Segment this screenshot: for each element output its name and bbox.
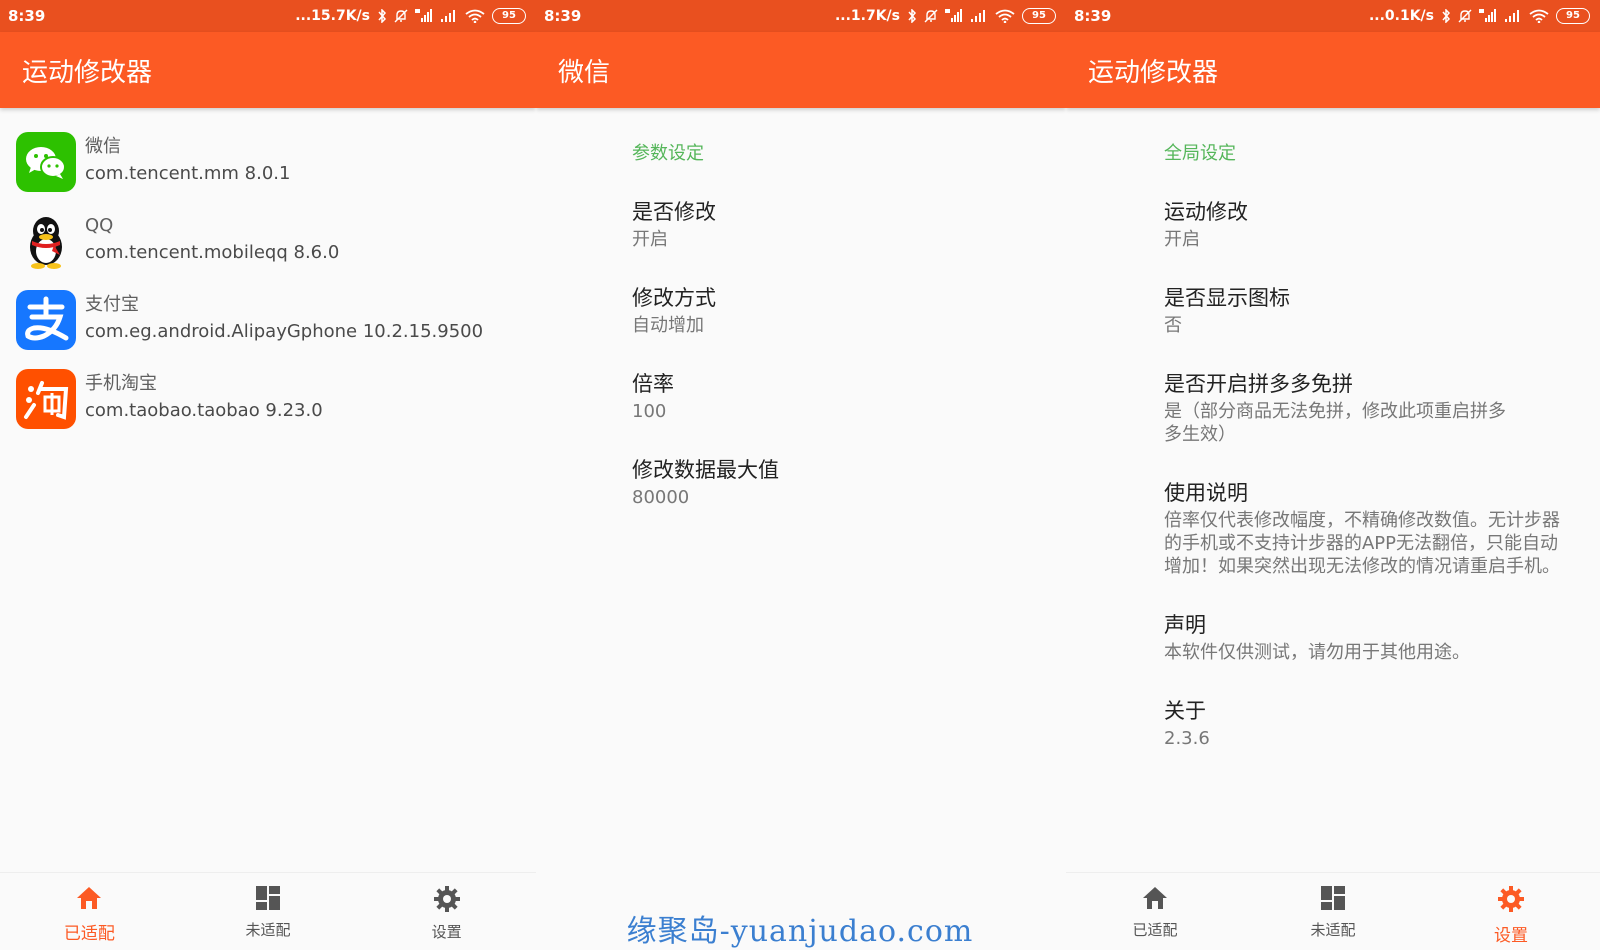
signal-icon	[970, 9, 988, 23]
preference-list: 参数设定 是否修改 开启 修改方式 自动增加 倍率 100 修改数据最大值 80…	[536, 108, 1066, 509]
mute-bell-icon	[924, 9, 938, 23]
network-speed: ...1.7K/s	[834, 8, 900, 24]
app-bar: 运动修改器	[0, 32, 536, 108]
wifi-icon	[1529, 9, 1549, 23]
pref-summary: 100	[632, 401, 667, 422]
pref-summary: 开启	[632, 229, 668, 250]
pref-title: 倍率	[632, 372, 674, 396]
pref-title: 修改方式	[632, 286, 716, 310]
app-bar: 运动修改器	[1066, 32, 1600, 108]
watermark: 缘聚岛-yuanjudao.com	[626, 914, 974, 949]
list-item-alipay[interactable]: 支付宝 com.eg.android.AlipayGphone 10.2.15.…	[0, 280, 536, 359]
category-header: 全局设定	[1164, 143, 1236, 164]
wifi-icon	[995, 9, 1015, 23]
screen-global-settings: 8:39 ...0.1K/s 95 运动修改器 全局设定 运动修改 开启 是否显…	[1066, 0, 1600, 948]
battery-indicator: 95	[492, 8, 526, 24]
screen-adapted-apps: 8:39 ...15.7K/s 95 运动修改器 微信 com.tencent.…	[0, 0, 536, 948]
mute-bell-icon	[394, 9, 408, 23]
pref-show-icon[interactable]: 是否显示图标 否	[1164, 284, 1600, 337]
wifi-icon	[465, 9, 485, 23]
pref-title: 修改数据最大值	[632, 458, 779, 482]
alipay-icon	[16, 289, 76, 350]
status-bar: 8:39 ...15.7K/s 95	[0, 0, 536, 32]
bluetooth-icon	[1441, 9, 1451, 23]
preference-list: 全局设定 运动修改 开启 是否显示图标 否 是否开启拼多多免拼 是（部分商品无法…	[1066, 108, 1600, 750]
battery-indicator: 95	[1022, 8, 1056, 24]
wechat-icon	[16, 131, 76, 192]
category-header: 参数设定	[632, 143, 704, 164]
pref-summary: 本软件仅供测试，请勿用于其他用途。	[1164, 642, 1470, 663]
pref-summary: 80000	[632, 487, 690, 508]
pref-summary: 自动增加	[632, 315, 704, 336]
list-item-taobao[interactable]: 手机淘宝 com.taobao.taobao 9.23.0	[0, 359, 536, 438]
app-bar: 微信	[536, 32, 1066, 108]
pref-pdd-free[interactable]: 是否开启拼多多免拼 是（部分商品无法免拼，修改此项重启拼多多生效）	[1164, 370, 1600, 446]
bluetooth-icon	[377, 9, 387, 23]
mute-bell-icon	[1458, 9, 1472, 23]
app-name: 手机淘宝	[85, 373, 157, 394]
app-package: com.eg.android.AlipayGphone 10.2.15.9500	[85, 321, 484, 342]
app-package: com.tencent.mobileqq 8.6.0	[85, 242, 340, 263]
status-bar: 8:39 ...1.7K/s 95	[536, 0, 1066, 32]
pref-summary: 2.3.6	[1164, 728, 1210, 749]
network-speed: ...15.7K/s	[295, 8, 370, 24]
status-time: 8:39	[8, 7, 46, 25]
pref-modify-mode[interactable]: 修改方式 自动增加	[632, 284, 1066, 337]
app-name: 支付宝	[85, 294, 139, 315]
pref-title: 是否修改	[632, 200, 716, 224]
pref-title: 声明	[1164, 613, 1206, 637]
battery-indicator: 95	[1556, 8, 1590, 24]
app-list: 微信 com.tencent.mm 8.0.1 QQ com.tencent.m…	[0, 108, 536, 438]
pref-title: 关于	[1164, 699, 1206, 723]
pref-title: 运动修改	[1164, 200, 1248, 224]
status-time: 8:39	[544, 7, 582, 25]
pref-summary: 倍率仅代表修改幅度，不精确修改数值。无计步器的手机或不支持计步器的APP无法翻倍…	[1164, 510, 1560, 577]
pref-max-value[interactable]: 修改数据最大值 80000	[632, 456, 1066, 509]
pref-disclaimer[interactable]: 声明 本软件仅供测试，请勿用于其他用途。	[1164, 611, 1600, 664]
list-item-qq[interactable]: QQ com.tencent.mobileqq 8.6.0	[0, 201, 536, 280]
pref-sport-modify[interactable]: 运动修改 开启	[1164, 198, 1600, 251]
app-package: com.tencent.mm 8.0.1	[85, 163, 291, 184]
pref-title: 使用说明	[1164, 481, 1248, 505]
qq-icon	[16, 210, 76, 271]
pref-title: 是否显示图标	[1164, 286, 1290, 310]
bluetooth-icon	[907, 9, 917, 23]
page-title: 运动修改器	[1088, 57, 1219, 88]
app-name: 微信	[85, 136, 121, 157]
status-time: 8:39	[1074, 7, 1112, 25]
screen-wechat-settings: 8:39 ...1.7K/s 95 微信 参数设定 是否修改 开启 修改方式 自…	[536, 0, 1066, 948]
pref-about[interactable]: 关于 2.3.6	[1164, 697, 1600, 750]
signal-icon	[1504, 9, 1522, 23]
status-bar: 8:39 ...0.1K/s 95	[1066, 0, 1600, 32]
pref-title: 是否开启拼多多免拼	[1164, 372, 1353, 396]
page-title: 微信	[558, 57, 611, 88]
taobao-icon	[16, 368, 76, 429]
pref-instructions[interactable]: 使用说明 倍率仅代表修改幅度，不精确修改数值。无计步器的手机或不支持计步器的AP…	[1164, 479, 1600, 578]
app-package: com.taobao.taobao 9.23.0	[85, 400, 323, 421]
pref-summary: 是（部分商品无法免拼，修改此项重启拼多多生效）	[1164, 401, 1506, 445]
pref-modify-enabled[interactable]: 是否修改 开启	[632, 198, 1066, 251]
pref-summary: 开启	[1164, 229, 1200, 250]
hd-signal-icon	[945, 9, 963, 23]
network-speed: ...0.1K/s	[1368, 8, 1434, 24]
list-item-wechat[interactable]: 微信 com.tencent.mm 8.0.1	[0, 122, 536, 201]
hd-signal-icon	[415, 9, 433, 23]
app-name: QQ	[85, 215, 114, 236]
hd-signal-icon	[1479, 9, 1497, 23]
pref-summary: 否	[1164, 315, 1182, 336]
page-title: 运动修改器	[22, 57, 153, 88]
signal-icon	[440, 9, 458, 23]
pref-multiplier[interactable]: 倍率 100	[632, 370, 1066, 423]
